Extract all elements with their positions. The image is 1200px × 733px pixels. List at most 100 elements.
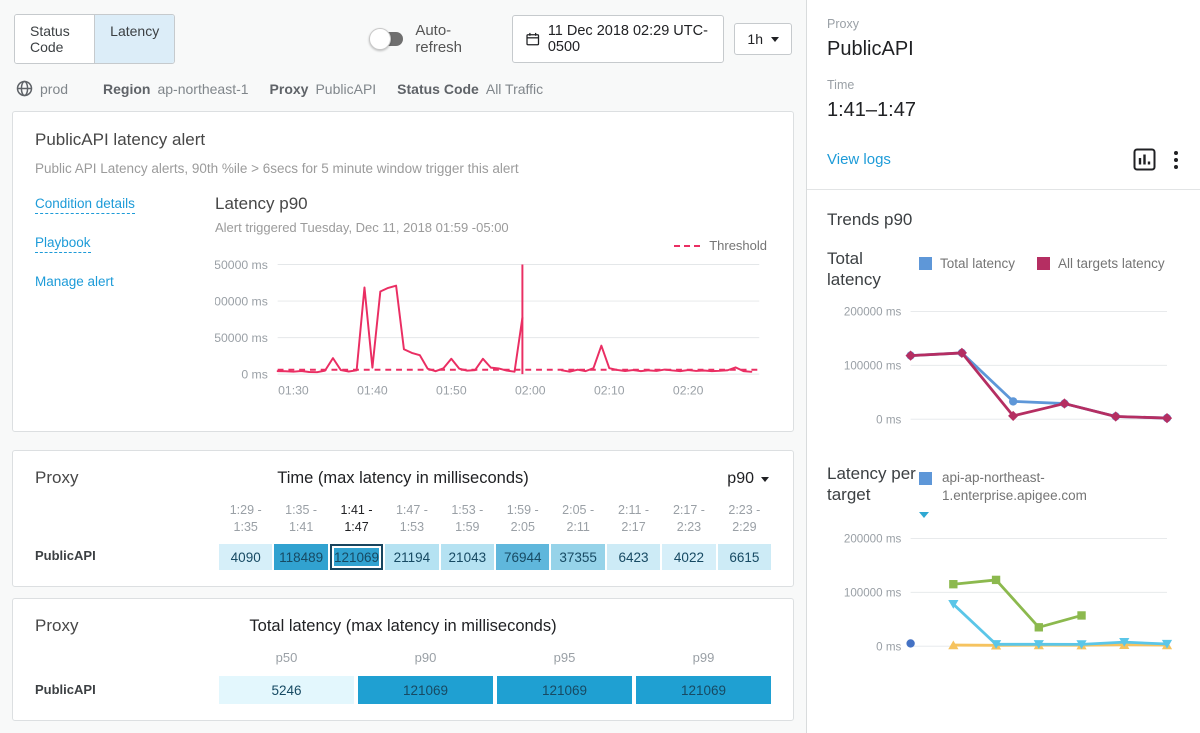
latency-per-target-section: Latency per target api-ap-northeast-1.en… — [827, 459, 1180, 519]
threshold-legend: Threshold — [674, 238, 767, 253]
time-bucket-header: 1:53 -1:59 — [441, 502, 494, 538]
main-column: Status Code Latency Auto-refresh 11 Dec … — [0, 0, 806, 733]
percentile-cell[interactable]: 121069 — [358, 676, 493, 704]
all-targets-swatch — [1037, 257, 1050, 270]
time-table-proxy-header: Proxy — [35, 468, 78, 488]
tab-latency[interactable]: Latency — [94, 15, 174, 63]
total-table-columns: p505246p90121069p95121069p99121069 — [219, 650, 771, 704]
filter-proxy-value: PublicAPI — [315, 81, 376, 97]
time-range-dropdown[interactable]: 1h — [734, 23, 792, 55]
latency-per-target-label: Latency per target — [827, 459, 919, 519]
time-bucket-cell[interactable]: 76944 — [496, 544, 549, 570]
filter-proxy-label: Proxy — [270, 81, 309, 97]
datetime-picker-button[interactable]: 11 Dec 2018 02:29 UTC-0500 — [512, 15, 724, 63]
trends-legend: Total latency All targets latency — [919, 256, 1180, 271]
total-latency-legend-label: Total latency — [940, 256, 1015, 271]
manage-alert-link[interactable]: Manage alert — [35, 274, 114, 289]
percentile-header: p90 — [358, 650, 493, 670]
time-table-column: 2:23 -2:29 6615 — [718, 502, 771, 570]
time-bucket-header: 1:41 -1:47 — [330, 502, 383, 538]
filter-bar: prod Region ap-northeast-1 Proxy PublicA… — [0, 74, 806, 111]
svg-text:01:30: 01:30 — [278, 384, 309, 398]
time-bucket-cell[interactable]: 6615 — [718, 544, 771, 570]
percentile-cell[interactable]: 5246 — [219, 676, 354, 704]
total-latency-label: Total latency — [827, 244, 919, 291]
all-targets-legend-label: All targets latency — [1058, 256, 1165, 271]
chevron-down-icon — [771, 37, 779, 42]
total-latency-chart[interactable]: 200000 ms100000 ms0 ms — [827, 293, 1180, 445]
auto-refresh-toggle[interactable] — [373, 32, 403, 46]
time-bucket-header: 1:59 -2:05 — [496, 502, 549, 538]
environment-chip: prod — [16, 80, 68, 97]
time-bucket-cell[interactable]: 4090 — [219, 544, 272, 570]
time-bucket-header: 1:47 -1:53 — [385, 502, 438, 538]
percentile-header: p50 — [219, 650, 354, 670]
total-latency-swatch — [919, 257, 932, 270]
time-bucket-cell[interactable]: 21194 — [385, 544, 438, 570]
time-label: Time — [827, 78, 1180, 92]
total-latency-section: Total latency Total latency All targets … — [827, 244, 1180, 291]
svg-text:100000 ms: 100000 ms — [844, 587, 902, 600]
target-swatch — [919, 472, 932, 485]
proxy-label: Proxy — [827, 17, 1180, 31]
more-options-icon[interactable] — [1172, 149, 1180, 171]
svg-text:0 ms: 0 ms — [876, 413, 901, 426]
alert-chart-title: Latency p90 — [215, 194, 771, 214]
percentile-column: p99 121069 — [636, 650, 771, 704]
percentile-cell[interactable]: 121069 — [636, 676, 771, 704]
time-bucket-cell[interactable]: 4022 — [662, 544, 715, 570]
time-table-column: 1:47 -1:53 21194 — [385, 502, 438, 570]
time-table-column: 1:53 -1:59 21043 — [441, 502, 494, 570]
cards-container: PublicAPI latency alert Public API Laten… — [0, 111, 806, 721]
playbook-link[interactable]: Playbook — [35, 235, 91, 253]
filter-status-value: All Traffic — [486, 81, 543, 97]
tab-status-code[interactable]: Status Code — [15, 15, 94, 63]
topbar: Status Code Latency Auto-refresh 11 Dec … — [0, 0, 806, 74]
alert-links: Condition details Playbook Manage alert — [35, 194, 215, 421]
alert-description: Public API Latency alerts, 90th %ile > 6… — [35, 161, 771, 176]
percentile-column: p90 121069 — [358, 650, 493, 704]
svg-text:0 ms: 0 ms — [241, 368, 267, 382]
time-table-column: 2:11 -2:17 6423 — [607, 502, 660, 570]
app-root: Status Code Latency Auto-refresh 11 Dec … — [0, 0, 1200, 733]
time-bucket-cell[interactable]: 6423 — [607, 544, 660, 570]
trends-title: Trends p90 — [827, 210, 1180, 230]
latency-per-target-chart[interactable]: 200000 ms100000 ms0 ms — [827, 520, 1180, 672]
datetime-value: 11 Dec 2018 02:29 UTC-0500 — [548, 23, 711, 55]
alert-chart-subtitle: Alert triggered Tuesday, Dec 11, 2018 01… — [215, 220, 771, 235]
time-bucket-cell[interactable]: 37355 — [551, 544, 604, 570]
condition-details-link[interactable]: Condition details — [35, 196, 135, 214]
metric-tab-group: Status Code Latency — [14, 14, 175, 64]
time-bucket-header: 1:29 -1:35 — [219, 502, 272, 538]
alert-card: PublicAPI latency alert Public API Laten… — [12, 111, 794, 432]
alert-chart-block: Latency p90 Alert triggered Tuesday, Dec… — [215, 194, 771, 421]
threshold-label: Threshold — [709, 238, 767, 253]
target-dropdown-icon[interactable] — [919, 512, 929, 518]
percentile-dropdown[interactable]: p90 — [727, 470, 769, 488]
time-bucket-header: 2:17 -2:23 — [662, 502, 715, 538]
calendar-icon — [526, 31, 540, 47]
time-bucket-header: 2:23 -2:29 — [718, 502, 771, 538]
filter-region-value: ap-northeast-1 — [157, 81, 248, 97]
time-table-column: 1:29 -1:35 4090 — [219, 502, 272, 570]
alert-chart[interactable]: 150000 ms100000 ms50000 ms0 ms01:3001:40… — [215, 249, 771, 421]
time-table-column: 1:59 -2:05 76944 — [496, 502, 549, 570]
time-bucket-cell[interactable]: 118489 — [274, 544, 327, 570]
chevron-down-icon — [761, 477, 769, 482]
time-table-row-label: PublicAPI — [35, 548, 219, 570]
bar-chart-icon[interactable] — [1133, 148, 1156, 171]
percentile-header: p99 — [636, 650, 771, 670]
auto-refresh-control: Auto-refresh — [373, 22, 484, 56]
proxy-value: PublicAPI — [827, 38, 1180, 61]
svg-text:02:10: 02:10 — [594, 384, 625, 398]
panel-divider — [807, 189, 1200, 190]
details-panel: Proxy PublicAPI Time 1:41–1:47 View logs — [806, 0, 1200, 733]
percentile-cell[interactable]: 121069 — [497, 676, 632, 704]
time-bucket-cell[interactable]: 21043 — [441, 544, 494, 570]
time-table-column: 1:35 -1:41118489 — [274, 502, 327, 570]
time-bucket-header: 2:11 -2:17 — [607, 502, 660, 538]
time-table-column: 2:17 -2:23 4022 — [662, 502, 715, 570]
view-logs-link[interactable]: View logs — [827, 151, 891, 168]
time-bucket-cell[interactable]: 121069 — [330, 544, 383, 570]
total-table-card: Proxy Total latency (max latency in mill… — [12, 598, 794, 721]
